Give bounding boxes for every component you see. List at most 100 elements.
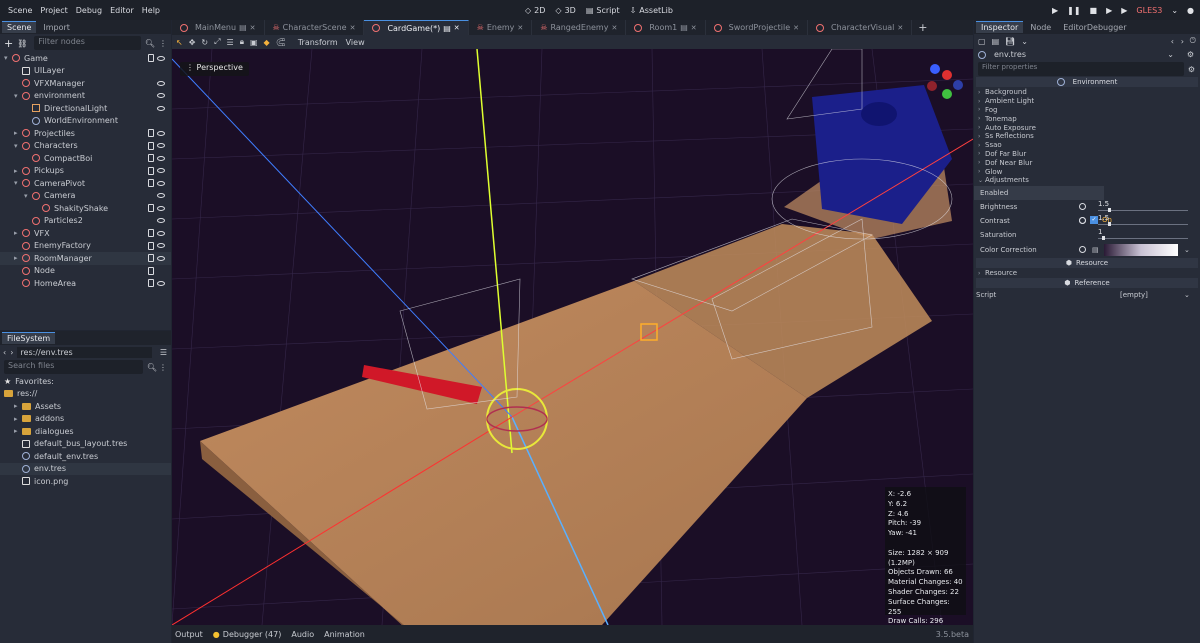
tree-node[interactable]: ShakityShake [0,202,171,215]
mode-3d[interactable]: ◇ 3D [555,6,575,15]
expand-arrow-icon[interactable]: ▾ [14,142,22,150]
file-item[interactable]: env.tres [0,462,171,475]
brightness-slider[interactable]: 1.5 [1098,200,1188,212]
color-correction-gradient[interactable] [1104,243,1178,256]
property-group[interactable]: › Glow [974,167,1200,176]
list-select-icon[interactable]: ☰ [227,38,234,47]
select-tool-icon[interactable]: ↖ [176,38,183,47]
visibility-eye-icon[interactable] [157,55,165,61]
script-icon[interactable] [148,254,154,263]
add-node-icon[interactable]: + [4,37,13,50]
new-resource-icon[interactable]: ▢ [978,37,986,46]
tab-inspector[interactable]: Inspector [976,21,1024,33]
mode-assetlib[interactable]: ⇩ AssetLib [630,6,673,15]
history-icon[interactable]: 🕑︎ [1190,36,1196,46]
visibility-eye-icon[interactable] [157,130,165,136]
visibility-eye-icon[interactable] [157,193,165,199]
object-menu-icon[interactable]: ⚙ [1187,50,1194,59]
chevron-down-icon[interactable]: ⌄ [1184,246,1190,254]
contrast-slider[interactable]: 1.5 [1098,214,1188,226]
search-files-input[interactable]: Search files [4,360,143,374]
revert-icon[interactable] [1079,217,1086,225]
menu-editor[interactable]: Editor [106,6,138,15]
chevron-down-icon[interactable]: ⌄ [1167,50,1174,59]
tab-node[interactable]: Node [1025,22,1056,33]
bottom-tab-animation[interactable]: Animation [324,630,365,639]
property-group[interactable]: › Tonemap [974,114,1200,123]
script-icon[interactable] [148,154,154,163]
expand-arrow-icon[interactable]: ▸ [14,229,22,237]
scene-tab[interactable]: Room1 ▤ ✕ [626,20,706,35]
link-icon[interactable]: ⛓ [17,39,27,48]
history-forward-icon[interactable]: › [1181,37,1184,46]
script-icon[interactable] [148,129,154,138]
viewport-menu-transform[interactable]: Transform [298,38,338,47]
path-field[interactable]: res://env.tres [17,346,152,358]
scene-tab[interactable]: CharacterVisual ✕ [808,20,913,35]
resource-menu-icon[interactable]: ⌄ [1021,37,1028,46]
play-icon[interactable]: ▶ [1052,6,1058,15]
mode-script[interactable]: ▤ Script [586,6,620,15]
scale-tool-icon[interactable]: ⤢ [214,37,220,47]
visibility-eye-icon[interactable] [157,230,165,236]
scene-tab[interactable]: ☠ RangedEnemy ✕ [532,20,627,35]
visibility-eye-icon[interactable] [157,105,165,111]
tree-node[interactable]: VFXManager [0,77,171,90]
scene-tab[interactable]: CardGame(*) ▤ ✕ [364,20,469,35]
expand-arrow-icon[interactable]: ▾ [14,92,22,100]
move-tool-icon[interactable]: ✥ [189,38,196,47]
tree-node[interactable]: EnemyFactory [0,240,171,253]
tree-node[interactable]: ▾ Camera [0,190,171,203]
script-icon[interactable] [148,141,154,150]
rotate-tool-icon[interactable]: ↻ [201,38,208,47]
play-custom-icon[interactable]: ▶ [1121,6,1127,15]
load-resource-icon[interactable]: ▤ [992,37,1000,46]
visibility-eye-icon[interactable] [157,205,165,211]
file-item[interactable]: ▸ addons [0,413,171,426]
renderer-label[interactable]: GLES3 [1136,6,1162,15]
visibility-eye-icon[interactable] [157,180,165,186]
perspective-menu[interactable]: ⋮ Perspective [180,62,249,76]
revert-icon[interactable] [1079,203,1086,211]
script-icon[interactable] [148,204,154,213]
property-group[interactable]: › Background [974,88,1200,97]
close-icon[interactable]: ✕ [250,24,256,32]
forward-icon[interactable]: › [10,348,13,357]
chevron-down-icon[interactable]: ⌄ [1184,291,1190,299]
tree-node[interactable]: ▾ environment [0,90,171,103]
script-icon[interactable] [148,279,154,288]
scene-tab[interactable]: SwordProjectile ✕ [706,20,809,35]
expand-arrow-icon[interactable]: ▾ [4,54,12,62]
close-icon[interactable]: ✕ [517,24,523,32]
snap-icon[interactable]: 🧲︎ [276,38,286,47]
menu-scene[interactable]: Scene [4,6,36,15]
file-item[interactable]: default_env.tres [0,450,171,463]
close-icon[interactable]: ✕ [611,24,617,32]
lock-icon[interactable]: 🔒︎ [240,37,244,47]
property-group[interactable]: › Ssao [974,141,1200,150]
property-group[interactable]: › Ambient Light [974,97,1200,106]
expand-arrow-icon[interactable]: ▸ [14,129,22,137]
visibility-eye-icon[interactable] [157,80,165,86]
3d-viewport[interactable] [172,49,973,625]
tree-node[interactable]: ▸ Pickups [0,165,171,178]
pause-icon[interactable]: ❚❚ [1067,6,1080,15]
tree-node[interactable]: HomeArea [0,277,171,290]
tree-node[interactable]: UILayer [0,65,171,78]
menu-help[interactable]: Help [138,6,164,15]
expand-arrow-icon[interactable]: ▸ [14,402,22,410]
close-icon[interactable]: ✕ [897,24,903,32]
close-icon[interactable]: ✕ [454,24,460,32]
resource-group[interactable]: › Resource [974,269,1200,278]
viewport-menu-view[interactable]: View [346,38,365,47]
visibility-eye-icon[interactable] [157,155,165,161]
menu-project[interactable]: Project [36,6,71,15]
property-group[interactable]: › Auto Exposure [974,123,1200,132]
revert-icon[interactable] [1079,246,1086,254]
script-icon[interactable] [148,229,154,238]
visibility-eye-icon[interactable] [157,243,165,249]
visibility-eye-icon[interactable] [157,168,165,174]
tab-import[interactable]: Import [38,22,75,33]
expand-arrow-icon[interactable]: ▸ [14,254,22,262]
property-group[interactable]: › Dof Far Blur [974,150,1200,159]
